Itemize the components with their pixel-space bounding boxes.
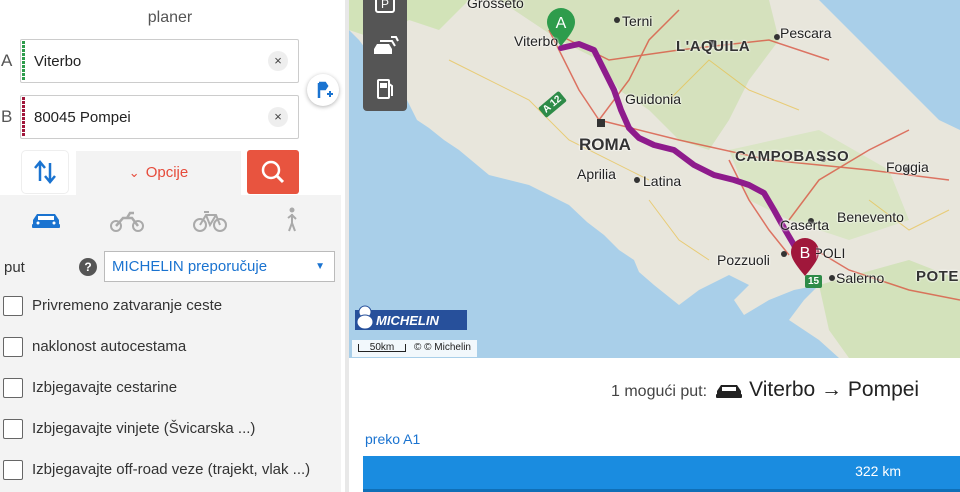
help-icon[interactable]: ?: [79, 258, 97, 276]
place-label: Viterbo: [514, 33, 559, 49]
route-via-link[interactable]: preko A1: [365, 431, 420, 447]
swap-arrows-icon: [34, 160, 56, 184]
marker-b-label: B: [800, 245, 811, 262]
pedestrian-icon: [287, 207, 297, 232]
route-distance: 322 km: [855, 463, 901, 479]
michelin-logo: MICHELIN: [355, 298, 467, 334]
waypoint-b-field[interactable]: ×: [20, 95, 299, 139]
waypoint-b-letter: B: [1, 107, 13, 126]
place-label: Latina: [643, 173, 682, 189]
route-type-label: put: [4, 259, 25, 276]
car-icon: [32, 214, 60, 228]
option-label: Izbjegavajte cestarine: [32, 379, 178, 396]
planner-panel: planer A × B × ⌄ Opcije: [0, 0, 345, 492]
map-toolbar: P: [363, 0, 407, 111]
panel-title: planer: [147, 9, 193, 26]
traffic-button[interactable]: [363, 30, 407, 66]
place-label: Pozzuoli: [717, 252, 770, 268]
route-count: 1 mogući put:: [611, 383, 708, 400]
copyright: © © Michelin: [414, 342, 471, 353]
route-type-value: MICHELIN preporučuje: [112, 258, 268, 275]
place-label: Salerno: [836, 270, 885, 286]
checkbox[interactable]: [3, 460, 23, 480]
route-planner-app: planer A × B × ⌄ Opcije: [0, 0, 960, 492]
parking-button[interactable]: P: [363, 0, 407, 26]
bicycle-icon: [193, 211, 227, 232]
clear-icon[interactable]: ×: [268, 51, 288, 71]
checkbox[interactable]: [3, 378, 23, 398]
mode-pedestrian[interactable]: [272, 205, 312, 235]
waypoint-b-input[interactable]: [34, 96, 264, 138]
motorbike-icon: [110, 211, 144, 232]
option-label: Privremeno zatvaranje ceste: [32, 297, 223, 314]
swap-waypoints-button[interactable]: [22, 151, 68, 193]
traffic-icon: [374, 36, 399, 54]
place-label: CAMPOBASSO: [735, 148, 850, 165]
caret-down-icon: ▼: [315, 261, 325, 272]
svg-text:P: P: [381, 0, 389, 11]
place-label: ROMA: [579, 135, 631, 154]
fuel-button[interactable]: [363, 72, 407, 108]
place-label: Caserta: [780, 217, 830, 233]
option-label: naklonost autocestama: [32, 338, 187, 355]
svg-text:MICHELIN: MICHELIN: [376, 313, 439, 328]
checkbox[interactable]: [3, 419, 23, 439]
place-label: Pescara: [780, 25, 832, 41]
route-summary: 1 mogući put: Viterbo → Pompei: [611, 378, 919, 405]
waypoint-a-bar: [22, 41, 25, 81]
option-label: Izbjegavajte vinjete (Švicarska ...): [32, 420, 256, 437]
route-type-select[interactable]: MICHELIN preporučuje ▼: [104, 251, 335, 282]
scale-label: 50km: [358, 343, 406, 353]
options-toggle[interactable]: ⌄ Opcije: [76, 151, 241, 195]
scale-bar: 50km © © Michelin: [352, 340, 477, 357]
place-label: Terni: [622, 13, 653, 29]
place-label: Guidonia: [625, 91, 682, 107]
add-waypoint-icon: [317, 81, 333, 98]
mode-motorbike[interactable]: [107, 205, 147, 235]
place-label: Aprilia: [577, 166, 616, 182]
parking-icon: P: [375, 0, 395, 13]
results-panel: 1 mogući put: Viterbo → Pompei preko A1 …: [349, 358, 960, 492]
car-icon: [715, 382, 743, 405]
waypoint-a-input[interactable]: [34, 40, 264, 82]
checkbox[interactable]: [3, 296, 23, 316]
clear-icon[interactable]: ×: [268, 107, 288, 127]
motorway-shield: 15: [805, 275, 823, 288]
chevron-down-icon: ⌄: [128, 165, 140, 180]
waypoint-a-letter: A: [1, 51, 13, 70]
place-label: L'AQUILA: [676, 38, 751, 55]
mode-bicycle[interactable]: [190, 205, 230, 235]
route-endpoints: Viterbo → Pompei: [749, 378, 920, 401]
checkbox[interactable]: [3, 337, 23, 357]
options-area: put ? MICHELIN preporučuje ▼ Privremeno …: [0, 195, 341, 492]
options-label: Opcije: [145, 164, 189, 181]
route-option-bar[interactable]: 322 km: [363, 456, 960, 492]
transport-modes: [0, 205, 341, 235]
fuel-station-icon: [377, 79, 393, 99]
marker-a-label: A: [556, 15, 567, 32]
place-label: Grosseto: [467, 0, 524, 11]
map-view[interactable]: A B P Grosseto Viterbo Terni L'AQUILA Pe…: [349, 0, 960, 358]
mode-car[interactable]: [26, 205, 66, 235]
place-label: POTE: [916, 268, 959, 285]
waypoint-b-bar: [22, 97, 25, 137]
place-label: Benevento: [837, 209, 904, 225]
place-label: Foggia: [886, 159, 929, 175]
option-label: Izbjegavajte off-road veze (trajekt, vla…: [32, 461, 311, 478]
waypoint-a-field[interactable]: ×: [20, 39, 299, 83]
add-waypoint-button[interactable]: [307, 74, 339, 106]
search-icon: [261, 160, 285, 184]
search-button[interactable]: [247, 150, 299, 194]
